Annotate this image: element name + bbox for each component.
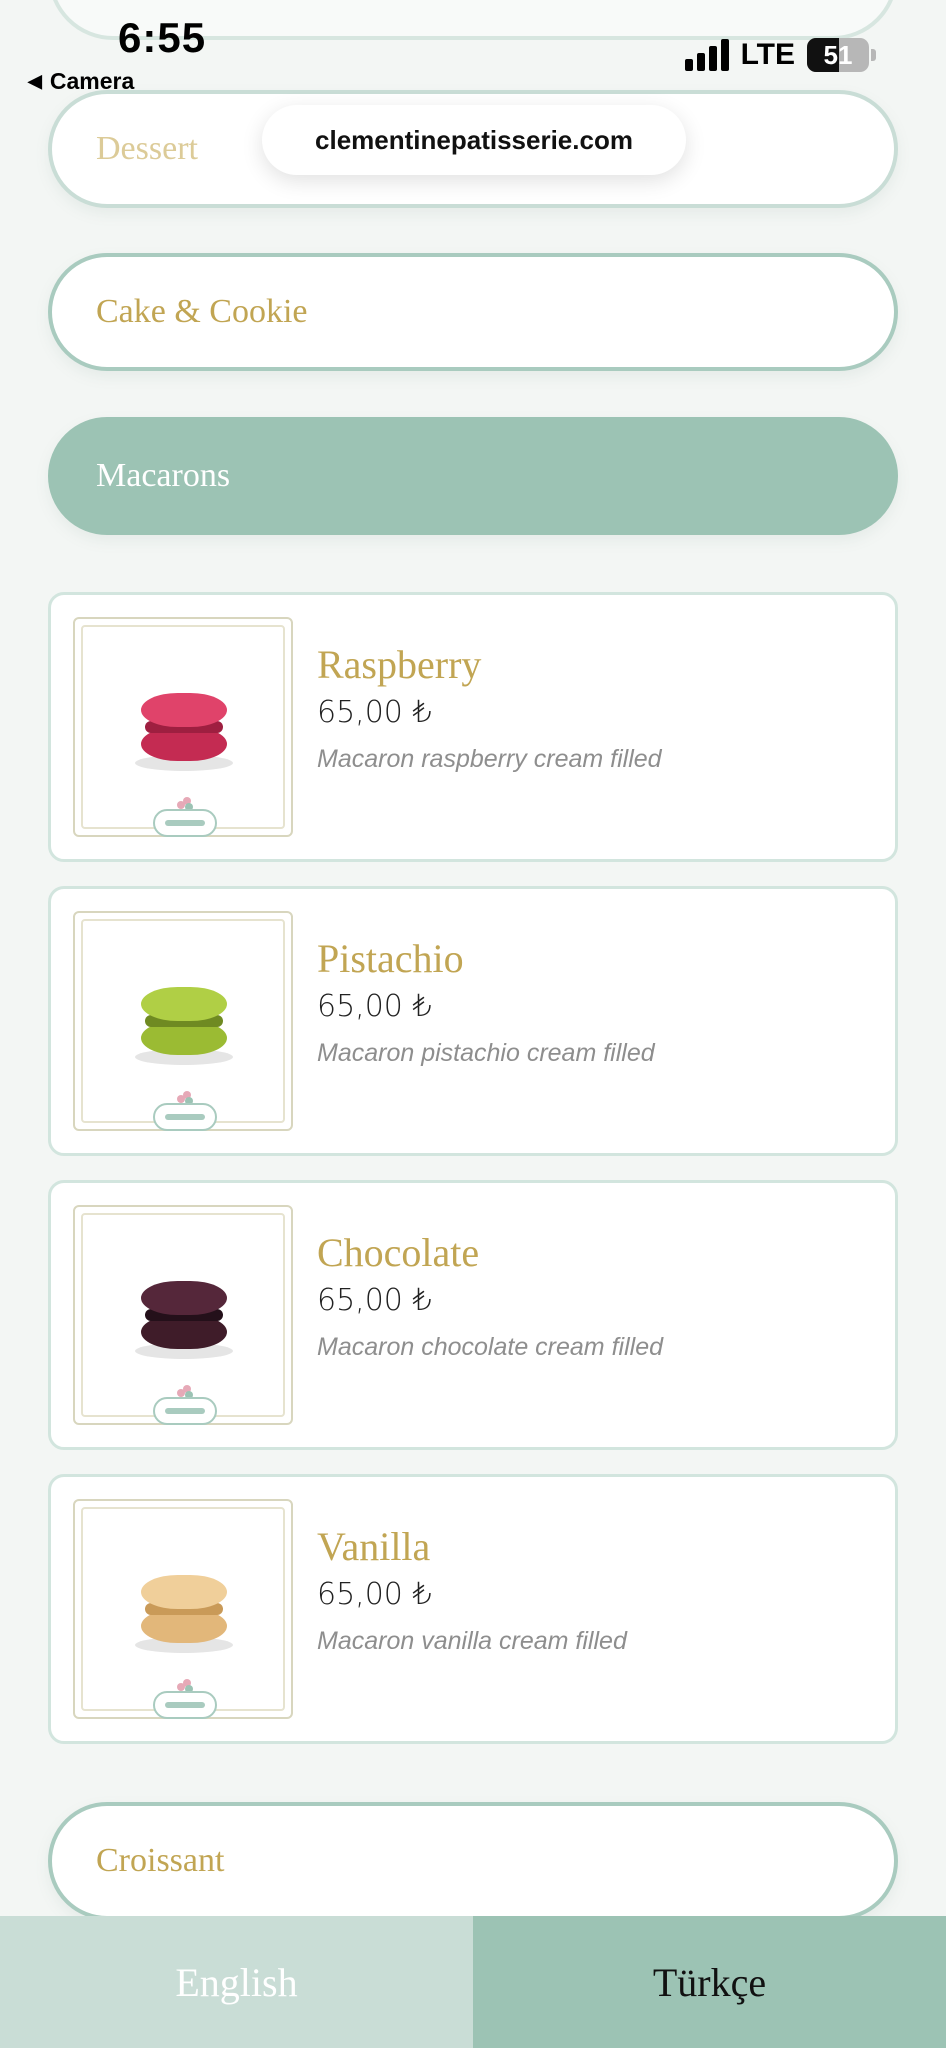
product-description: Macaron vanilla cream filled [317, 1627, 627, 1655]
category-macarons[interactable]: Macarons [48, 417, 898, 535]
category-label: Dessert [96, 130, 198, 167]
signal-icon [684, 39, 729, 71]
language-bar: English Türkçe [0, 1916, 946, 2048]
product-card-pistachio[interactable]: Pistachio 65,00 ₺ Macaron pistachio crea… [48, 886, 898, 1156]
product-price: 65,00 ₺ [317, 695, 432, 730]
product-price: 65,00 ₺ [317, 989, 432, 1024]
clementine-logo [153, 809, 217, 837]
product-image [73, 1205, 293, 1425]
url-bar[interactable]: clementinepatisserie.com [262, 105, 686, 175]
product-name: Raspberry [317, 642, 482, 687]
product-description: Macaron raspberry cream filled [317, 745, 662, 773]
clementine-logo [153, 1103, 217, 1131]
product-name: Pistachio [317, 936, 464, 981]
category-label: Cake & Cookie [96, 293, 308, 330]
back-arrow-icon: ◀ [28, 71, 42, 91]
language-english-button[interactable]: English [0, 1916, 473, 2048]
product-image [73, 617, 293, 837]
product-price: 65,00 ₺ [317, 1577, 432, 1612]
status-time: 6:55 [118, 14, 207, 61]
product-description: Macaron pistachio cream filled [317, 1039, 655, 1067]
product-image [73, 1499, 293, 1719]
status-indicators: LTE 51 [684, 38, 876, 72]
clementine-logo [153, 1691, 217, 1719]
battery-tip [871, 49, 876, 61]
product-image [73, 911, 293, 1131]
clementine-logo [153, 1397, 217, 1425]
product-card-raspberry[interactable]: Raspberry 65,00 ₺ Macaron raspberry crea… [48, 592, 898, 862]
category-croissant[interactable]: Croissant [48, 1802, 898, 1920]
product-card-chocolate[interactable]: Chocolate 65,00 ₺ Macaron chocolate crea… [48, 1180, 898, 1450]
category-cake-cookie[interactable]: Cake & Cookie [48, 253, 898, 371]
category-label: Macarons [96, 457, 231, 494]
macaron-image [135, 987, 233, 1065]
product-name: Vanilla [317, 1524, 431, 1569]
language-turkish-button[interactable]: Türkçe [473, 1916, 946, 2048]
product-name: Chocolate [317, 1230, 480, 1275]
product-card-vanilla[interactable]: Vanilla 65,00 ₺ Macaron vanilla cream fi… [48, 1474, 898, 1744]
macaron-image [135, 1575, 233, 1653]
network-type: LTE [740, 38, 795, 71]
product-price: 65,00 ₺ [317, 1283, 432, 1318]
macaron-image [135, 693, 233, 771]
battery-level: 51 [823, 39, 853, 70]
product-description: Macaron chocolate cream filled [317, 1333, 663, 1361]
category-label: Croissant [96, 1842, 225, 1879]
macaron-image [135, 1281, 233, 1359]
battery-icon: 51 [807, 38, 869, 72]
